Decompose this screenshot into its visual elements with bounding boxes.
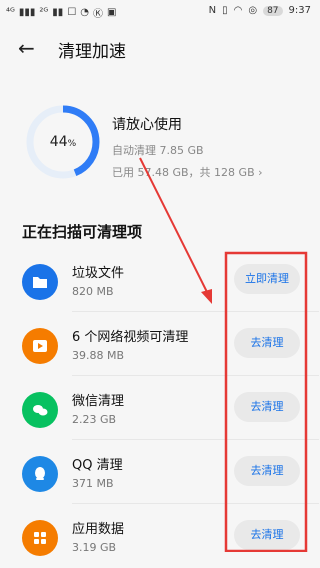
item-name: 6 个网络视频可清理 (72, 330, 189, 345)
item-size: 39.88 MB (72, 349, 125, 362)
battery-badge: 87 (263, 5, 283, 16)
storage-used[interactable]: 已用 57.48 GB，共 128 GB › (112, 164, 263, 180)
item-size: 371 MB (72, 477, 114, 490)
signal-icon: ▮▮ (52, 7, 64, 18)
folder-icon (22, 264, 58, 300)
nfc-icon: N (208, 5, 217, 16)
list-item: 6 个网络视频可清理 39.88 MB 去清理 (0, 312, 319, 376)
wechat-icon: ◔ (80, 7, 90, 18)
summary-headline: 请放心使用 (112, 117, 182, 133)
list-item: QQ 清理 371 MB 去清理 (0, 440, 319, 504)
item-name: QQ 清理 (72, 458, 123, 473)
qq-icon (22, 456, 58, 492)
wifi-icon: ◠ (233, 5, 243, 16)
status-left-icons: ⁴ᴳ ▮▮▮ ²ᴳ ▮▮ ☐ ◔ Ⓚ ▣ (6, 5, 116, 20)
item-name: 微信清理 (72, 394, 125, 409)
chevron-right-icon: › (258, 166, 263, 179)
top-app-bar: ← 清理加速 (0, 28, 319, 68)
app-icon: ▣ (107, 7, 117, 18)
k-icon: Ⓚ (93, 9, 104, 20)
status-bar: ⁴ᴳ ▮▮▮ ²ᴳ ▮▮ ☐ ◔ Ⓚ ▣ N ▯ ◠ ◎ 87 9:37 (0, 0, 319, 24)
storage-summary: 44% 请放心使用 自动清理 7.85 GB 已用 57.48 GB，共 128… (0, 96, 319, 196)
vibrate-icon: ▯ (222, 5, 228, 16)
signal-icon: ▮▮▮ (18, 7, 36, 18)
go-clean-button[interactable]: 去清理 (234, 392, 300, 422)
back-arrow-icon[interactable]: ← (18, 36, 35, 60)
list-item: 微信清理 2.23 GB 去清理 (0, 376, 319, 440)
wechat-icon (22, 392, 58, 428)
list-item: 应用数据 3.19 GB 去清理 (0, 504, 319, 568)
go-clean-button[interactable]: 去清理 (234, 456, 300, 486)
go-clean-button[interactable]: 去清理 (234, 520, 300, 550)
list-item: 垃圾文件 820 MB 立即清理 (0, 248, 319, 312)
item-size: 2.23 GB (72, 413, 117, 426)
item-name: 垃圾文件 (72, 266, 125, 281)
summary-text: 请放心使用 自动清理 7.85 GB 已用 57.48 GB，共 128 GB … (112, 114, 263, 180)
app-data-icon (22, 520, 58, 556)
sim-2g-icon: ²ᴳ (39, 7, 49, 18)
storage-percent: 44% (49, 134, 77, 150)
status-time: 9:37 (288, 5, 311, 16)
status-right: N ▯ ◠ ◎ 87 9:37 (209, 5, 311, 16)
speed-icon: ◎ (248, 5, 258, 16)
section-title: 正在扫描可清理项 (22, 223, 143, 241)
sim-4g-icon: ⁴ᴳ (6, 7, 15, 18)
video-icon (22, 328, 58, 364)
page-title: 清理加速 (58, 42, 126, 62)
item-size: 820 MB (72, 285, 114, 298)
go-clean-button[interactable]: 去清理 (234, 328, 300, 358)
item-size: 3.19 GB (72, 541, 117, 554)
item-name: 应用数据 (72, 522, 125, 537)
auto-clean-info: 自动清理 7.85 GB (112, 144, 204, 157)
clean-now-button[interactable]: 立即清理 (234, 264, 300, 294)
notification-icon: ☐ (67, 7, 77, 18)
